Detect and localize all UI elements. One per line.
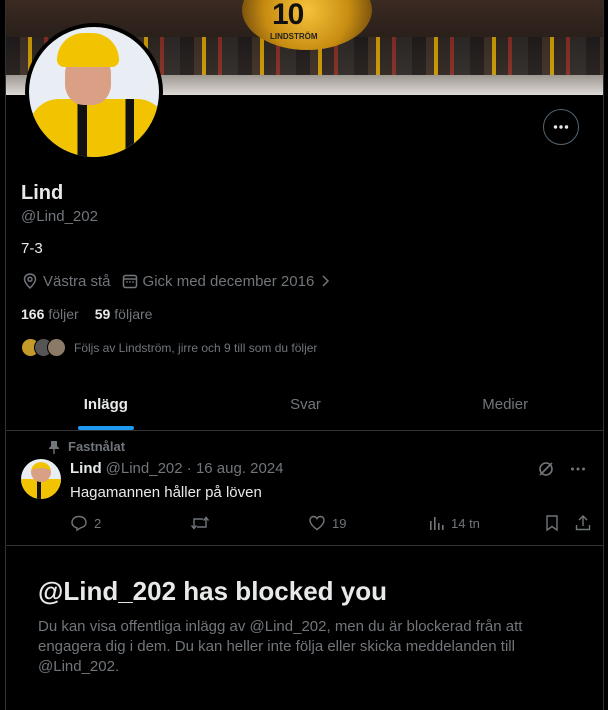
blocked-body: Du kan visa offentliga inlägg av @Lind_2… [38,618,523,675]
followers-label: följare [114,306,153,322]
like-icon [309,515,325,531]
repost-button[interactable] [190,514,216,532]
like-button[interactable]: 19 [308,514,346,532]
grok-icon [539,462,553,476]
grok-button[interactable] [537,460,555,478]
followed-by-text: Följs av Lindström, jirre och 9 till som… [74,340,318,355]
avatar-jersey [21,479,61,499]
profile-meta: Västra stå Gick med december 2016 [21,272,346,290]
profile-name: Lind [21,182,64,204]
bookmark-button[interactable] [544,514,566,532]
views-icon [430,517,444,530]
profile-avatar[interactable] [25,23,163,161]
profile-handle: @Lind_202 [21,208,98,225]
tab-label: Svar [290,396,321,413]
banner-number: 10 [272,0,304,31]
reply-icon [71,515,87,532]
more-icon [553,125,569,129]
like-count: 19 [332,515,347,531]
reply-button[interactable]: 2 [70,514,101,532]
share-icon [575,515,591,531]
post-handle-date[interactable]: @Lind_202 · 16 aug. 2024 [106,460,284,477]
repost-icon [190,516,210,530]
more-icon [571,467,585,471]
avatar [47,338,66,357]
avatar-face [31,462,51,482]
profile-location: Västra stå [21,272,111,290]
location-icon [23,273,37,290]
blocked-title: @Lind_202 has blocked you [38,576,388,606]
bookmark-icon [546,515,558,532]
profile-bio: 7-3 [21,240,43,257]
tab-label: Inlägg [83,396,128,413]
followed-by[interactable]: Följs av Lindström, jirre och 9 till som… [21,338,317,357]
post-avatar[interactable] [21,459,61,499]
calendar-icon [122,274,137,289]
blocked-notice: @Lind_202 has blocked you Du kan visa of… [38,576,568,677]
post-header-icons [523,460,587,478]
chevron-right-icon [322,275,330,287]
share-button[interactable] [574,514,598,532]
pin-icon [49,440,59,454]
following-count: 166 [21,306,45,322]
post-header: Lind @Lind_202 · 16 aug. 2024 [70,460,284,477]
tab-posts[interactable]: Inlägg [6,379,206,430]
more-options-button[interactable] [543,109,579,145]
post-more-button[interactable] [569,460,587,478]
post-actions: 2 19 14 tn [70,514,591,534]
following-label: följer [48,306,79,322]
tab-media[interactable]: Medier [405,379,603,430]
followers-count: 59 [94,306,111,322]
active-tab-indicator [77,426,134,430]
views-count: 14 tn [451,515,480,531]
pinned-label: Fastnålat [48,439,125,454]
pinned-post[interactable]: Fastnålat Lind @Lind_202 · 16 aug. 2024 [6,432,603,546]
views-button[interactable]: 14 tn [427,514,480,532]
tab-replies[interactable]: Svar [206,379,406,430]
location-text: Västra stå [43,272,111,290]
following-link[interactable]: 166 följer [21,306,79,322]
banner-flag-text: LINDSTRÖM [270,32,318,41]
reply-count: 2 [94,515,102,531]
pinned-text: Fastnålat [68,439,126,454]
avatar-jersey [29,99,159,157]
profile-joined[interactable]: Gick med december 2016 [121,272,337,290]
profile-page: 10 LINDSTRÖM Lind @Lind_202 7-3 Västra s… [5,0,604,710]
follow-counts: 166 följer 59 följare [21,306,168,322]
post-text: Hagamannen håller på löven [70,484,262,501]
joined-text: Gick med december 2016 [142,272,315,290]
profile-tabs: Inlägg Svar Medier [6,379,603,431]
avatar-helmet [57,33,119,67]
post-author[interactable]: Lind [70,460,102,477]
tab-label: Medier [482,396,529,413]
followed-by-avatars [21,338,66,357]
followers-link[interactable]: 59 följare [95,306,153,322]
